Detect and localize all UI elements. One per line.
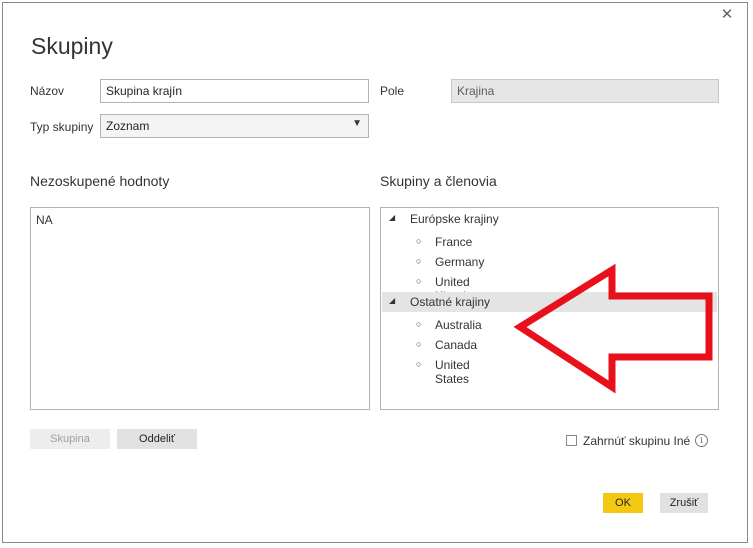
annotation-arrow-shape bbox=[513, 263, 713, 394]
annotation-arrow-icon bbox=[513, 263, 713, 394]
